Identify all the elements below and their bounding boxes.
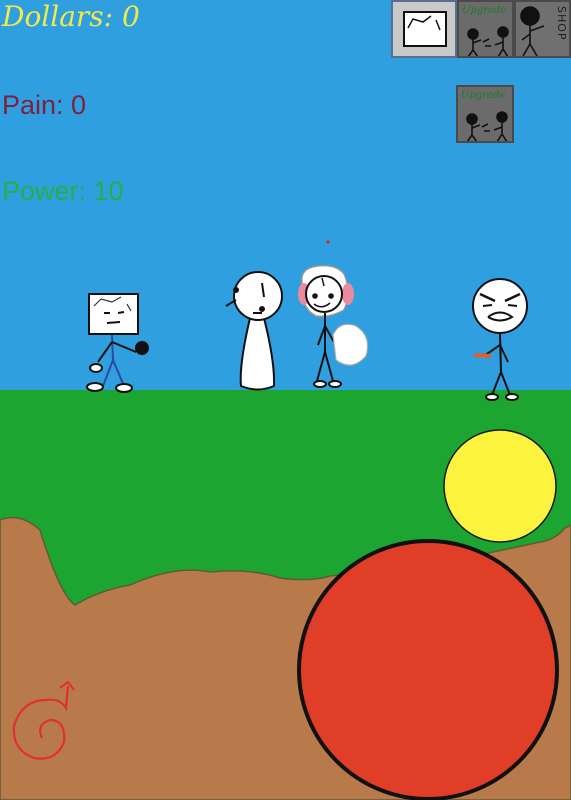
yellow-action-button[interactable]	[443, 429, 557, 543]
upgrade-label: Upgrade	[461, 90, 506, 101]
upgrade-label: Upgrade	[462, 5, 507, 16]
upgrade-button-top[interactable]: Upgrade	[457, 0, 514, 58]
pain-counter: Pain: 0	[2, 90, 87, 120]
red-attack-button[interactable]	[297, 539, 559, 800]
power-counter: Power: 10	[2, 176, 124, 206]
upgrade-button-secondary[interactable]: Upgrade	[456, 85, 514, 143]
skin-preview-icon	[403, 11, 447, 47]
skin-select-button[interactable]	[391, 0, 457, 58]
dollars-counter: Dollars: 0	[2, 0, 140, 33]
shop-label: SHOP	[555, 6, 568, 41]
shop-button[interactable]: SHOP	[514, 0, 571, 58]
